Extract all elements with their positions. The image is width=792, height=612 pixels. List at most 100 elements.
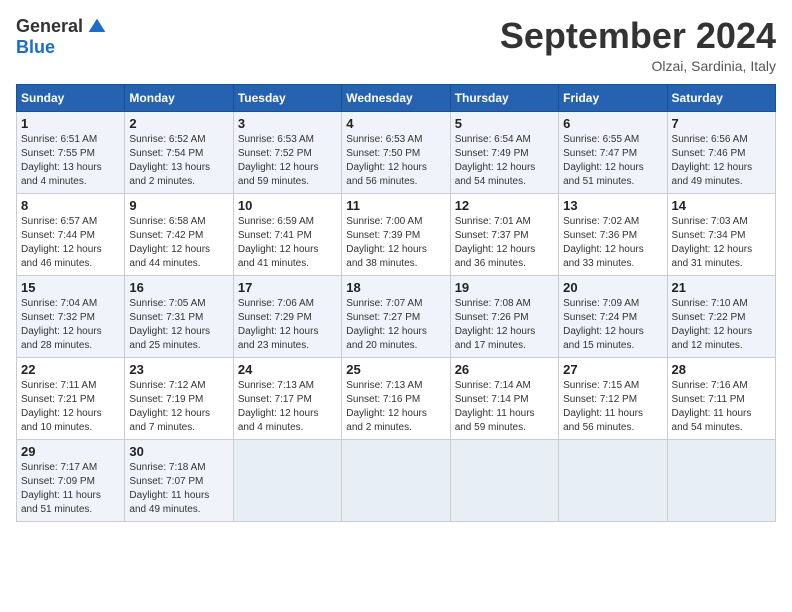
calendar-week-row: 8 Sunrise: 6:57 AMSunset: 7:44 PMDaylight…: [17, 193, 776, 275]
day-info: Sunrise: 6:52 AMSunset: 7:54 PMDaylight:…: [129, 133, 228, 189]
calendar-cell: 26 Sunrise: 7:14 AMSunset: 7:14 PMDayligh…: [450, 357, 558, 439]
calendar-cell: 18 Sunrise: 7:07 AMSunset: 7:27 PMDayligh…: [342, 275, 450, 357]
day-info: Sunrise: 7:01 AMSunset: 7:37 PMDaylight:…: [455, 215, 554, 271]
day-number: 2: [129, 116, 228, 131]
calendar-cell: 22Sunrise: 7:11 AMSunset: 7:21 PMDayligh…: [17, 357, 125, 439]
day-info: Sunrise: 6:59 AMSunset: 7:41 PMDaylight:…: [238, 215, 337, 271]
header-friday: Friday: [559, 84, 667, 111]
calendar-cell: 25 Sunrise: 7:13 AMSunset: 7:16 PMDayligh…: [342, 357, 450, 439]
day-info: Sunrise: 6:56 AMSunset: 7:46 PMDaylight:…: [672, 133, 771, 189]
calendar-cell: 28 Sunrise: 7:16 AMSunset: 7:11 PMDayligh…: [667, 357, 775, 439]
calendar-cell: [233, 439, 341, 521]
day-info: Sunrise: 6:54 AMSunset: 7:49 PMDaylight:…: [455, 133, 554, 189]
day-info: Sunrise: 6:53 AMSunset: 7:52 PMDaylight:…: [238, 133, 337, 189]
day-info: Sunrise: 7:14 AMSunset: 7:14 PMDaylight:…: [455, 379, 554, 435]
calendar-cell: 27 Sunrise: 7:15 AMSunset: 7:12 PMDayligh…: [559, 357, 667, 439]
header-sunday: Sunday: [17, 84, 125, 111]
calendar-header: Sunday Monday Tuesday Wednesday Thursday…: [17, 84, 776, 111]
calendar-week-row: 29Sunrise: 7:17 AMSunset: 7:09 PMDayligh…: [17, 439, 776, 521]
calendar-cell: 5 Sunrise: 6:54 AMSunset: 7:49 PMDaylight…: [450, 111, 558, 193]
calendar-cell: 9Sunrise: 6:58 AMSunset: 7:42 PMDaylight…: [125, 193, 233, 275]
page-header: General Blue September 2024 Olzai, Sardi…: [16, 16, 776, 74]
calendar-cell: 13 Sunrise: 7:02 AMSunset: 7:36 PMDayligh…: [559, 193, 667, 275]
day-info: Sunrise: 7:13 AMSunset: 7:16 PMDaylight:…: [346, 379, 445, 435]
day-number: 20: [563, 280, 662, 295]
calendar-cell: 29Sunrise: 7:17 AMSunset: 7:09 PMDayligh…: [17, 439, 125, 521]
calendar-cell: 11Sunrise: 7:00 AMSunset: 7:39 PMDayligh…: [342, 193, 450, 275]
day-number: 14: [672, 198, 771, 213]
day-info: Sunrise: 7:16 AMSunset: 7:11 PMDaylight:…: [672, 379, 771, 435]
month-title: September 2024: [500, 16, 776, 56]
calendar-body: 1 Sunrise: 6:51 AMSunset: 7:55 PMDaylight…: [17, 111, 776, 521]
day-number: 25: [346, 362, 445, 377]
header-thursday: Thursday: [450, 84, 558, 111]
calendar-cell: 30Sunrise: 7:18 AMSunset: 7:07 PMDayligh…: [125, 439, 233, 521]
logo: General Blue: [16, 16, 107, 58]
calendar-cell: 20Sunrise: 7:09 AMSunset: 7:24 PMDayligh…: [559, 275, 667, 357]
day-number: 15: [21, 280, 120, 295]
calendar-cell: 14 Sunrise: 7:03 AMSunset: 7:34 PMDayligh…: [667, 193, 775, 275]
day-number: 19: [455, 280, 554, 295]
day-info: Sunrise: 7:06 AMSunset: 7:29 PMDaylight:…: [238, 297, 337, 353]
day-info: Sunrise: 7:04 AMSunset: 7:32 PMDaylight:…: [21, 297, 120, 353]
calendar-cell: 12 Sunrise: 7:01 AMSunset: 7:37 PMDayligh…: [450, 193, 558, 275]
day-number: 17: [238, 280, 337, 295]
day-info: Sunrise: 7:12 AMSunset: 7:19 PMDaylight:…: [129, 379, 228, 435]
day-info: Sunrise: 7:18 AMSunset: 7:07 PMDaylight:…: [129, 461, 228, 517]
calendar-cell: 4 Sunrise: 6:53 AMSunset: 7:50 PMDaylight…: [342, 111, 450, 193]
calendar-cell: [342, 439, 450, 521]
day-number: 27: [563, 362, 662, 377]
day-info: Sunrise: 7:13 AMSunset: 7:17 PMDaylight:…: [238, 379, 337, 435]
logo-general-text: General: [16, 16, 83, 37]
day-info: Sunrise: 6:55 AMSunset: 7:47 PMDaylight:…: [563, 133, 662, 189]
calendar-cell: 3Sunrise: 6:53 AMSunset: 7:52 PMDaylight…: [233, 111, 341, 193]
calendar-cell: 2 Sunrise: 6:52 AMSunset: 7:54 PMDaylight…: [125, 111, 233, 193]
header-monday: Monday: [125, 84, 233, 111]
calendar-cell: 19 Sunrise: 7:08 AMSunset: 7:26 PMDayligh…: [450, 275, 558, 357]
calendar-cell: 7 Sunrise: 6:56 AMSunset: 7:46 PMDaylight…: [667, 111, 775, 193]
day-info: Sunrise: 7:15 AMSunset: 7:12 PMDaylight:…: [563, 379, 662, 435]
calendar-cell: 10Sunrise: 6:59 AMSunset: 7:41 PMDayligh…: [233, 193, 341, 275]
day-number: 5: [455, 116, 554, 131]
calendar-cell: 8 Sunrise: 6:57 AMSunset: 7:44 PMDaylight…: [17, 193, 125, 275]
day-info: Sunrise: 7:02 AMSunset: 7:36 PMDaylight:…: [563, 215, 662, 271]
header-wednesday: Wednesday: [342, 84, 450, 111]
day-info: Sunrise: 6:58 AMSunset: 7:42 PMDaylight:…: [129, 215, 228, 271]
day-number: 8: [21, 198, 120, 213]
day-number: 29: [21, 444, 120, 459]
day-number: 24: [238, 362, 337, 377]
day-info: Sunrise: 6:53 AMSunset: 7:50 PMDaylight:…: [346, 133, 445, 189]
calendar-table: Sunday Monday Tuesday Wednesday Thursday…: [16, 84, 776, 522]
day-info: Sunrise: 7:08 AMSunset: 7:26 PMDaylight:…: [455, 297, 554, 353]
day-number: 22: [21, 362, 120, 377]
day-info: Sunrise: 7:03 AMSunset: 7:34 PMDaylight:…: [672, 215, 771, 271]
day-number: 1: [21, 116, 120, 131]
day-number: 13: [563, 198, 662, 213]
calendar-week-row: 22Sunrise: 7:11 AMSunset: 7:21 PMDayligh…: [17, 357, 776, 439]
day-number: 21: [672, 280, 771, 295]
calendar-cell: 23Sunrise: 7:12 AMSunset: 7:19 PMDayligh…: [125, 357, 233, 439]
calendar-cell: 21 Sunrise: 7:10 AMSunset: 7:22 PMDayligh…: [667, 275, 775, 357]
calendar-cell: 17 Sunrise: 7:06 AMSunset: 7:29 PMDayligh…: [233, 275, 341, 357]
logo-icon: [87, 17, 107, 37]
day-info: Sunrise: 7:10 AMSunset: 7:22 PMDaylight:…: [672, 297, 771, 353]
calendar-week-row: 1 Sunrise: 6:51 AMSunset: 7:55 PMDaylight…: [17, 111, 776, 193]
day-info: Sunrise: 7:07 AMSunset: 7:27 PMDaylight:…: [346, 297, 445, 353]
day-number: 6: [563, 116, 662, 131]
day-info: Sunrise: 7:05 AMSunset: 7:31 PMDaylight:…: [129, 297, 228, 353]
day-info: Sunrise: 6:51 AMSunset: 7:55 PMDaylight:…: [21, 133, 120, 189]
day-number: 18: [346, 280, 445, 295]
calendar-cell: 1 Sunrise: 6:51 AMSunset: 7:55 PMDaylight…: [17, 111, 125, 193]
day-number: 7: [672, 116, 771, 131]
title-block: September 2024 Olzai, Sardinia, Italy: [500, 16, 776, 74]
day-number: 26: [455, 362, 554, 377]
location-text: Olzai, Sardinia, Italy: [500, 58, 776, 74]
day-number: 4: [346, 116, 445, 131]
header-tuesday: Tuesday: [233, 84, 341, 111]
day-number: 12: [455, 198, 554, 213]
day-number: 28: [672, 362, 771, 377]
calendar-cell: [559, 439, 667, 521]
day-info: Sunrise: 6:57 AMSunset: 7:44 PMDaylight:…: [21, 215, 120, 271]
header-row: Sunday Monday Tuesday Wednesday Thursday…: [17, 84, 776, 111]
calendar-cell: [667, 439, 775, 521]
